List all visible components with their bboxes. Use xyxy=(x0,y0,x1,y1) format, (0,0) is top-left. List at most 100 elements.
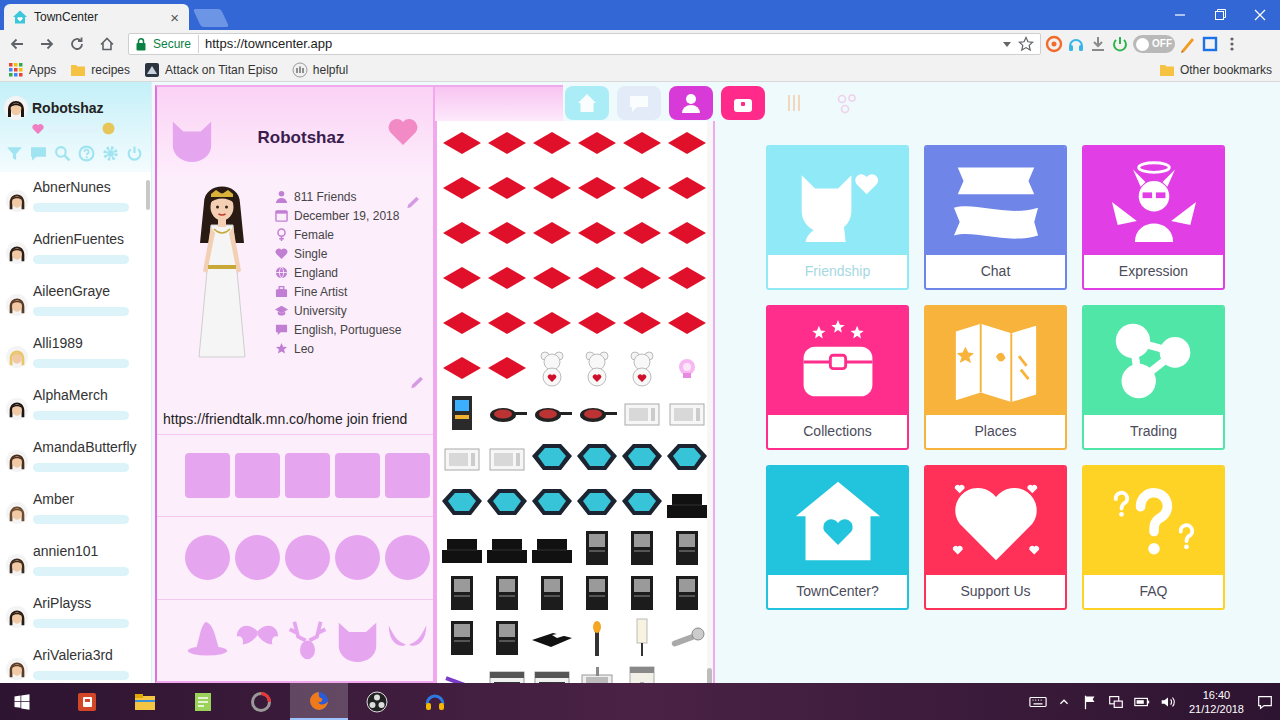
diamond-item-icon[interactable] xyxy=(484,211,529,256)
cabinet-item-icon[interactable] xyxy=(619,526,664,571)
badge-slot[interactable] xyxy=(235,453,280,498)
notes-app-icon[interactable] xyxy=(174,683,232,720)
ring-app-icon[interactable] xyxy=(232,683,290,720)
menu-tile[interactable]: Places xyxy=(924,305,1067,450)
hottub-item-icon[interactable] xyxy=(439,481,484,526)
token-slot[interactable] xyxy=(285,535,330,580)
search-icon[interactable] xyxy=(54,145,71,162)
current-user[interactable]: Robotshaz xyxy=(4,96,145,120)
token-slot[interactable] xyxy=(185,535,230,580)
headphones-app-icon[interactable] xyxy=(406,683,464,720)
bookmark[interactable]: Attack on Titan Episo xyxy=(144,61,278,79)
friend-item[interactable]: Alli1989 xyxy=(0,328,146,380)
sofa-item-icon[interactable] xyxy=(529,526,574,571)
diamond-item-icon[interactable] xyxy=(664,166,707,211)
diamond-item-icon[interactable] xyxy=(574,166,619,211)
power-extension-icon[interactable] xyxy=(1111,35,1129,53)
sofa-item-icon[interactable] xyxy=(664,481,707,526)
panel-tab[interactable] xyxy=(719,85,767,121)
square-extension-icon[interactable] xyxy=(1201,35,1219,53)
close-icon[interactable] xyxy=(1240,0,1280,30)
sofa-item-icon[interactable] xyxy=(439,526,484,571)
menu-tile[interactable]: FAQ xyxy=(1082,465,1225,610)
hottub-item-icon[interactable] xyxy=(529,481,574,526)
friend-item[interactable]: AmandaButterfly xyxy=(0,432,146,484)
browser-tab[interactable]: TownCenter× xyxy=(4,4,189,30)
diamond-item-icon[interactable] xyxy=(619,211,664,256)
diamond-item-icon[interactable] xyxy=(439,211,484,256)
diamond-item-icon[interactable] xyxy=(619,121,664,166)
diamond-item-icon[interactable] xyxy=(439,256,484,301)
pan-item-icon[interactable] xyxy=(529,391,574,436)
diamond-item-icon[interactable] xyxy=(484,166,529,211)
power-icon[interactable] xyxy=(126,145,143,162)
hottub-item-icon[interactable] xyxy=(484,481,529,526)
minimize-icon[interactable] xyxy=(1160,0,1200,30)
cabinet-item-icon[interactable] xyxy=(664,526,707,571)
menu-dots-icon[interactable] xyxy=(1223,35,1241,53)
cabinet-item-icon[interactable] xyxy=(574,526,619,571)
restore-icon[interactable] xyxy=(1200,0,1240,30)
back-arrow-icon[interactable] xyxy=(4,32,30,56)
diamond-item-icon[interactable] xyxy=(664,121,707,166)
microwave-item-icon[interactable] xyxy=(484,436,529,481)
inventory-scrollbar[interactable] xyxy=(707,121,713,706)
token-slot[interactable] xyxy=(235,535,280,580)
chat-icon[interactable] xyxy=(30,145,47,162)
diamond-item-icon[interactable] xyxy=(664,256,707,301)
cabinet-item-icon[interactable] xyxy=(439,571,484,616)
menu-tile[interactable]: TownCenter? xyxy=(766,465,909,610)
cabinet-item-icon[interactable] xyxy=(664,571,707,616)
flag-icon[interactable] xyxy=(1081,693,1099,711)
friend-item[interactable]: AriValeria3rd xyxy=(0,640,146,683)
pan-item-icon[interactable] xyxy=(484,391,529,436)
badge-slot[interactable] xyxy=(335,453,380,498)
presentation-app-icon[interactable] xyxy=(58,683,116,720)
cabinet-item-icon[interactable] xyxy=(529,571,574,616)
friend-item[interactable]: AdrienFuentes xyxy=(0,224,146,276)
menu-tile[interactable]: Trading xyxy=(1082,305,1225,450)
diamond-item-icon[interactable] xyxy=(664,211,707,256)
diamond-item-icon[interactable] xyxy=(439,121,484,166)
witch-hat-icon[interactable] xyxy=(185,618,230,663)
cat-ears-icon[interactable] xyxy=(335,618,380,663)
panel-tab[interactable] xyxy=(615,85,663,121)
bookmark[interactable]: Apps xyxy=(8,61,56,79)
friend-item[interactable]: AriPlayss xyxy=(0,588,146,640)
forward-arrow-icon[interactable] xyxy=(34,32,60,56)
pencil-icon[interactable] xyxy=(405,194,421,210)
microphone-item-icon[interactable] xyxy=(664,616,707,661)
hottub-item-icon[interactable] xyxy=(574,481,619,526)
cabinet-item-icon[interactable] xyxy=(439,616,484,661)
panel-tab[interactable] xyxy=(563,85,611,121)
diamond-item-icon[interactable] xyxy=(439,346,484,391)
diamond-item-icon[interactable] xyxy=(574,211,619,256)
token-slot[interactable] xyxy=(385,535,430,580)
diamond-item-icon[interactable] xyxy=(574,256,619,301)
floorlamp-item-icon[interactable] xyxy=(619,616,664,661)
badge-slot[interactable] xyxy=(385,453,430,498)
cabinet-item-icon[interactable] xyxy=(574,571,619,616)
bookmark[interactable]: helpful xyxy=(292,61,348,79)
battery-icon[interactable] xyxy=(1133,693,1151,711)
menu-tile[interactable]: Collections xyxy=(766,305,909,450)
wings-icon[interactable] xyxy=(235,618,280,663)
cabinet-item-icon[interactable] xyxy=(484,571,529,616)
headphones-extension-icon[interactable] xyxy=(1067,35,1085,53)
antlers-icon[interactable] xyxy=(285,618,330,663)
diamond-item-icon[interactable] xyxy=(529,211,574,256)
other-bookmarks[interactable]: Other bookmarks xyxy=(1159,61,1272,79)
help-icon[interactable] xyxy=(78,145,95,162)
gear-icon[interactable] xyxy=(102,145,119,162)
friend-item[interactable]: AlphaMerch xyxy=(0,380,146,432)
scrollbar-thumb[interactable] xyxy=(146,180,150,210)
filter-icon[interactable] xyxy=(6,145,23,162)
cabinet-item-icon[interactable] xyxy=(619,571,664,616)
diamond-item-icon[interactable] xyxy=(619,256,664,301)
dropdown-arrow-icon[interactable] xyxy=(1002,39,1012,49)
home-icon[interactable] xyxy=(94,32,120,56)
friend-item[interactable]: Amber xyxy=(0,484,146,536)
menu-tile[interactable]: Support Us xyxy=(924,465,1067,610)
token-slot[interactable] xyxy=(335,535,380,580)
cabinet-item-icon[interactable] xyxy=(484,616,529,661)
